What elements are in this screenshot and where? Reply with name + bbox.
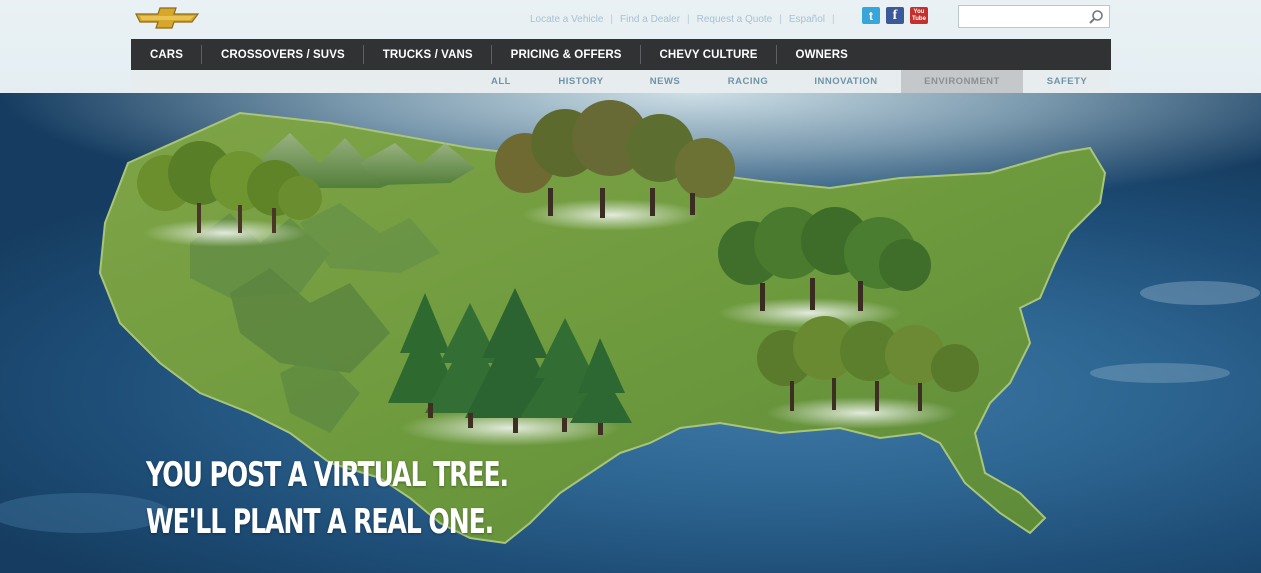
nav-pricing-offers[interactable]: PRICING & OFFERS [492,39,641,70]
nav-owners[interactable]: OWNERS [777,39,867,70]
subnav-news[interactable]: NEWS [638,70,692,93]
main-nav: CARS CROSSOVERS / SUVS TRUCKS / VANS PRI… [131,39,1111,70]
espanol-link[interactable]: Español [789,14,825,25]
search-input[interactable] [963,7,1091,28]
subnav-innovation[interactable]: INNOVATION [804,70,888,93]
nav-crossovers-suvs[interactable]: CROSSOVERS / SUVS [202,39,364,70]
nav-trucks-vans[interactable]: TRUCKS / VANS [364,39,492,70]
find-dealer-link[interactable]: Find a Dealer [620,14,680,25]
subnav-history[interactable]: HISTORY [543,70,619,93]
subnav-environment[interactable]: ENVIRONMENT [901,70,1023,93]
tagline-line-1: YOU POST A VIRTUAL TREE. [146,455,509,495]
separator: | [687,13,690,25]
tagline-line-2: WE'LL PLANT A REAL ONE. [146,502,494,542]
subnav-safety[interactable]: SAFETY [1036,70,1098,93]
search-icon[interactable] [1088,9,1104,25]
sub-nav: ALL HISTORY NEWS RACING INNOVATION ENVIR… [131,70,1111,93]
subnav-all[interactable]: ALL [483,70,519,93]
request-quote-link[interactable]: Request a Quote [697,14,773,25]
twitter-icon[interactable]: t [862,7,880,24]
bowtie-icon [135,7,200,29]
tree-grove-midwest [718,207,931,328]
locate-vehicle-link[interactable]: Locate a Vehicle [530,14,603,25]
chevrolet-logo[interactable] [134,6,200,30]
facebook-icon[interactable]: f [886,7,904,24]
nav-cars[interactable]: CARS [131,39,202,70]
subnav-racing[interactable]: RACING [711,70,785,93]
separator: | [779,13,782,25]
separator: | [832,13,835,25]
separator: | [610,13,613,25]
social-links: t f You Tube [862,7,928,24]
nav-chevy-culture[interactable]: CHEVY CULTURE [641,39,777,70]
utility-links: Locate a Vehicle | Find a Dealer | Reque… [530,12,842,26]
youtube-icon[interactable]: You Tube [910,7,928,24]
search-box [958,5,1110,28]
tree-grove-north-central [495,100,735,231]
hero-tagline: YOU POST A VIRTUAL TREE. WE'LL PLANT A R… [146,452,509,546]
